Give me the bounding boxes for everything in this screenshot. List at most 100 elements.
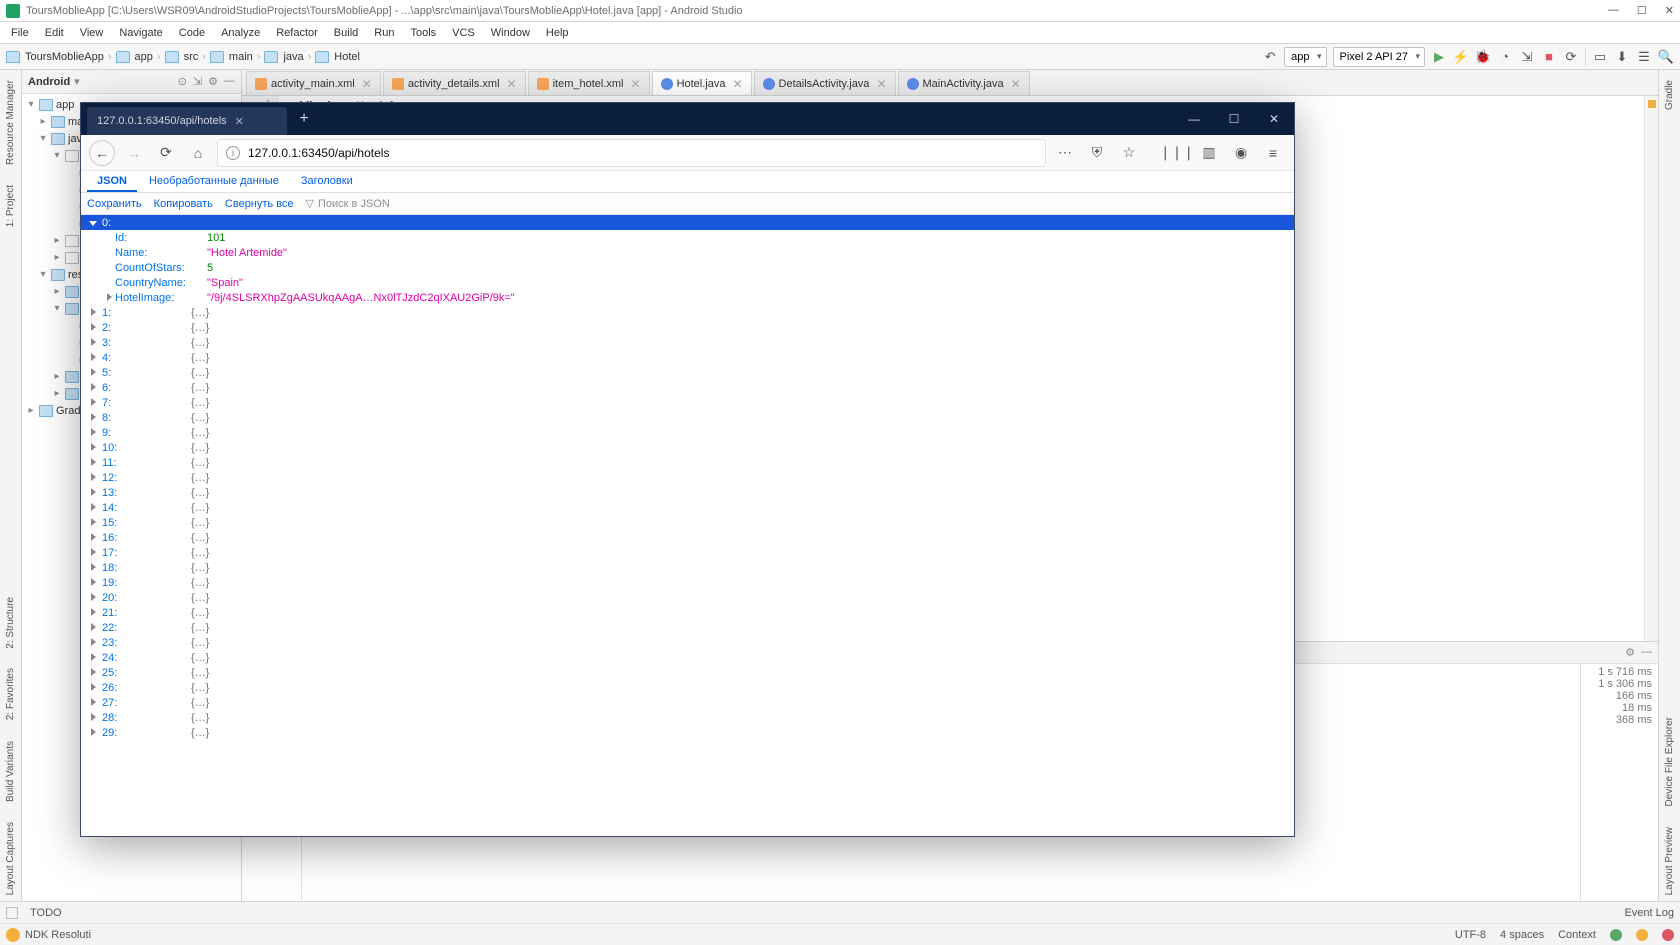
editor-tabs[interactable]: activity_main.xml✕activity_details.xml✕i…: [242, 70, 1658, 96]
project-mode-label[interactable]: Android: [28, 76, 70, 88]
json-row-collapsed[interactable]: 28:{…}: [81, 710, 1294, 725]
editor-tab[interactable]: MainActivity.java✕: [898, 71, 1030, 95]
json-row-collapsed[interactable]: 9:{…}: [81, 425, 1294, 440]
menu-item[interactable]: Navigate: [112, 25, 169, 41]
target-icon[interactable]: ⊙: [178, 75, 187, 88]
library-icon[interactable]: ❘❘❘: [1164, 140, 1190, 166]
json-row-collapsed[interactable]: 19:{…}: [81, 575, 1294, 590]
json-row-collapsed[interactable]: 3:{…}: [81, 335, 1294, 350]
close-tab-icon[interactable]: ✕: [362, 77, 372, 91]
json-row-collapsed[interactable]: 13:{…}: [81, 485, 1294, 500]
json-row-expanded[interactable]: 0:: [81, 215, 1294, 230]
vtab-layout-preview[interactable]: Layout Preview: [1664, 821, 1675, 901]
expand-arrow-icon[interactable]: ▸: [52, 388, 62, 399]
json-row-collapsed[interactable]: 5:{…}: [81, 365, 1294, 380]
home-button[interactable]: ⌂: [185, 140, 211, 166]
back-button[interactable]: ←: [89, 140, 115, 166]
forward-button[interactable]: →: [121, 140, 147, 166]
json-kv-row[interactable]: CountOfStars:5: [81, 260, 1294, 275]
expand-arrow-icon[interactable]: ▸: [38, 116, 48, 127]
menu-item[interactable]: Window: [484, 25, 537, 41]
breadcrumb-item[interactable]: src: [184, 51, 199, 63]
expand-arrow-icon[interactable]: ▸: [52, 252, 62, 263]
shield-icon[interactable]: ⛨: [1084, 140, 1110, 166]
apply-changes-icon[interactable]: ⚡: [1453, 49, 1469, 65]
vtab-build-variants[interactable]: Build Variants: [5, 735, 16, 808]
close-icon[interactable]: ✕: [1254, 103, 1294, 135]
breadcrumb-item[interactable]: java: [283, 51, 303, 63]
json-filter-input[interactable]: ▽ Поиск в JSON: [306, 197, 390, 210]
json-row-collapsed[interactable]: 12:{…}: [81, 470, 1294, 485]
ide-menubar[interactable]: FileEditViewNavigateCodeAnalyzeRefactorB…: [0, 22, 1680, 44]
back-icon[interactable]: ↶: [1262, 49, 1278, 65]
menu-item[interactable]: File: [4, 25, 36, 41]
json-kv-row[interactable]: CountryName:"Spain": [81, 275, 1294, 290]
sidebar-icon[interactable]: ▥: [1196, 140, 1222, 166]
collapse-icon[interactable]: ⇲: [193, 75, 202, 88]
vtab-layout-captures[interactable]: Layout Captures: [5, 816, 16, 901]
json-row-collapsed[interactable]: 18:{…}: [81, 560, 1294, 575]
event-log-tab[interactable]: Event Log: [1624, 907, 1674, 919]
json-row-collapsed[interactable]: 22:{…}: [81, 620, 1294, 635]
breadcrumb-item[interactable]: Hotel: [334, 51, 360, 63]
search-icon[interactable]: 🔍: [1658, 49, 1674, 65]
json-row-collapsed[interactable]: 26:{…}: [81, 680, 1294, 695]
site-info-icon[interactable]: i: [226, 146, 240, 160]
hide-icon[interactable]: —: [224, 75, 235, 88]
close-icon[interactable]: ✕: [1665, 4, 1674, 17]
json-row-collapsed[interactable]: 29:{…}: [81, 725, 1294, 740]
json-row-collapsed[interactable]: 10:{…}: [81, 440, 1294, 455]
menu-item[interactable]: Refactor: [269, 25, 325, 41]
minimize-icon[interactable]: —: [1608, 4, 1619, 17]
browser-titlebar[interactable]: 127.0.0.1:63450/api/hotels ✕ + — ☐ ✕: [81, 103, 1294, 135]
expand-arrow-icon[interactable]: ▾: [52, 303, 62, 314]
maximize-icon[interactable]: ☐: [1637, 4, 1647, 17]
json-kv-row[interactable]: Id:101: [81, 230, 1294, 245]
editor-tab[interactable]: item_hotel.xml✕: [528, 71, 650, 95]
sdk-icon[interactable]: ⬇: [1614, 49, 1630, 65]
menu-item[interactable]: VCS: [445, 25, 482, 41]
context-label[interactable]: Context: [1558, 929, 1596, 941]
collapse-all-link[interactable]: Свернуть все: [225, 198, 294, 210]
viewer-subtab[interactable]: JSON: [87, 172, 137, 192]
expand-arrow-icon[interactable]: ▾: [38, 269, 48, 280]
close-tab-icon[interactable]: ✕: [732, 77, 742, 91]
close-tab-icon[interactable]: ✕: [876, 77, 886, 91]
json-row-collapsed[interactable]: 4:{…}: [81, 350, 1294, 365]
close-tab-icon[interactable]: ✕: [631, 77, 641, 91]
expand-arrow-icon[interactable]: ▸: [52, 235, 62, 246]
json-kv-row[interactable]: HotelImage:"/9j/4SLSRXhpZgAASUkqAAgA…Nx0…: [81, 290, 1294, 305]
json-row-collapsed[interactable]: 8:{…}: [81, 410, 1294, 425]
editor-tab[interactable]: activity_details.xml✕: [383, 71, 526, 95]
json-row-collapsed[interactable]: 17:{…}: [81, 545, 1294, 560]
expand-arrow-icon[interactable]: ▸: [26, 405, 36, 416]
editor-tab[interactable]: activity_main.xml✕: [246, 71, 381, 95]
breadcrumb[interactable]: ToursMoblieApp›app›src›main›java›Hotel: [6, 51, 360, 63]
json-row-collapsed[interactable]: 25:{…}: [81, 665, 1294, 680]
json-row-collapsed[interactable]: 16:{…}: [81, 530, 1294, 545]
json-row-collapsed[interactable]: 11:{…}: [81, 455, 1294, 470]
menu-item[interactable]: View: [73, 25, 111, 41]
close-tab-icon[interactable]: ✕: [507, 77, 517, 91]
todo-tab[interactable]: TODO: [30, 907, 62, 919]
json-row-collapsed[interactable]: 24:{…}: [81, 650, 1294, 665]
vtab-gradle[interactable]: Gradle: [1664, 74, 1675, 116]
vtab-resource-manager[interactable]: Resource Manager: [5, 74, 16, 171]
menu-item[interactable]: Tools: [403, 25, 443, 41]
structure-icon[interactable]: ☰: [1636, 49, 1652, 65]
hamburger-menu-icon[interactable]: ≡: [1260, 140, 1286, 166]
json-row-collapsed[interactable]: 23:{…}: [81, 635, 1294, 650]
hide-icon[interactable]: —: [1641, 646, 1652, 659]
new-tab-button[interactable]: +: [291, 106, 317, 132]
tab-close-icon[interactable]: ✕: [235, 115, 244, 128]
json-viewer-tabs[interactable]: JSONНеобработанные данныеЗаголовки: [81, 171, 1294, 193]
address-bar[interactable]: i 127.0.0.1:63450/api/hotels: [217, 139, 1046, 167]
account-icon[interactable]: ◉: [1228, 140, 1254, 166]
json-viewer[interactable]: 0:Id:101Name:"Hotel Artemide"CountOfStar…: [81, 215, 1294, 836]
avd-icon[interactable]: ▭: [1592, 49, 1608, 65]
more-actions-icon[interactable]: ⋯: [1052, 140, 1078, 166]
indent-label[interactable]: 4 spaces: [1500, 929, 1544, 941]
json-row-collapsed[interactable]: 21:{…}: [81, 605, 1294, 620]
json-row-collapsed[interactable]: 20:{…}: [81, 590, 1294, 605]
close-tab-icon[interactable]: ✕: [1011, 77, 1021, 91]
